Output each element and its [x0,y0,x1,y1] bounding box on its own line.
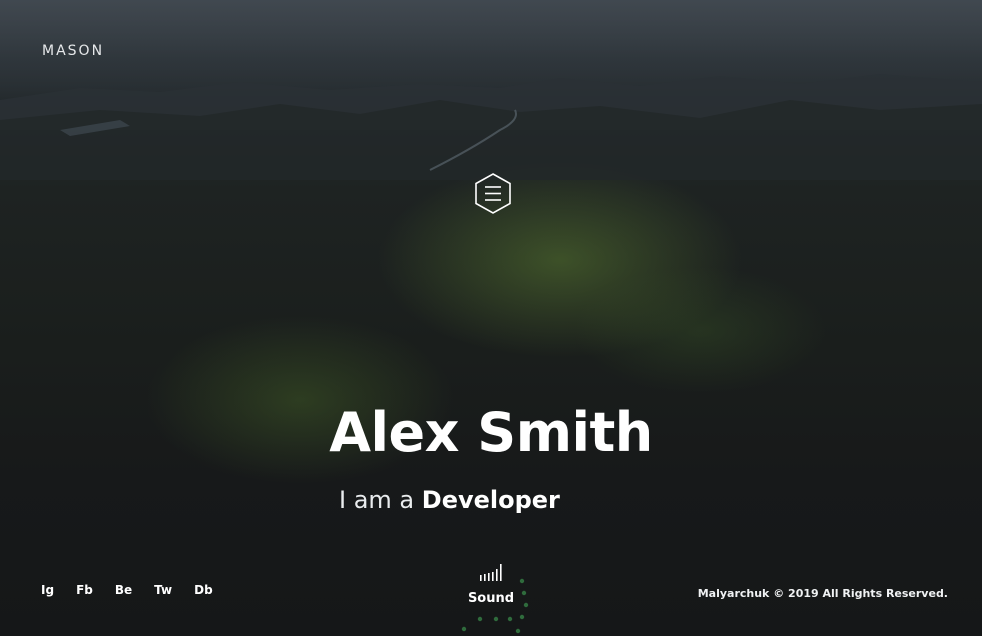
hamburger-hexagon-icon [475,173,511,214]
social-link-twitter[interactable]: Tw [154,583,172,597]
sound-toggle[interactable]: Sound [461,563,521,606]
subtitle-prefix: I am a [339,486,422,514]
social-link-dribbble[interactable]: Db [194,583,213,597]
social-links: Ig Fb Be Tw Db [41,583,235,597]
social-link-facebook[interactable]: Fb [76,583,93,597]
sound-label: Sound [467,591,515,606]
brand-logo[interactable]: MASON [42,43,104,59]
menu-button[interactable] [473,172,513,216]
equalizer-bars-icon [480,564,502,581]
copyright-text: Malyarchuk © 2019 All Rights Reserved. [697,587,948,600]
social-link-instagram[interactable]: Ig [41,583,54,597]
hero-section: MASON Alex Smith I am a Developer Ig Fb … [0,0,982,636]
social-link-behance[interactable]: Be [115,583,132,597]
hero-subtitle: I am a Developer [339,486,560,514]
subtitle-role: Developer [421,486,560,514]
mountain-ridges [0,74,982,180]
hero-title: Alex Smith [329,401,653,464]
